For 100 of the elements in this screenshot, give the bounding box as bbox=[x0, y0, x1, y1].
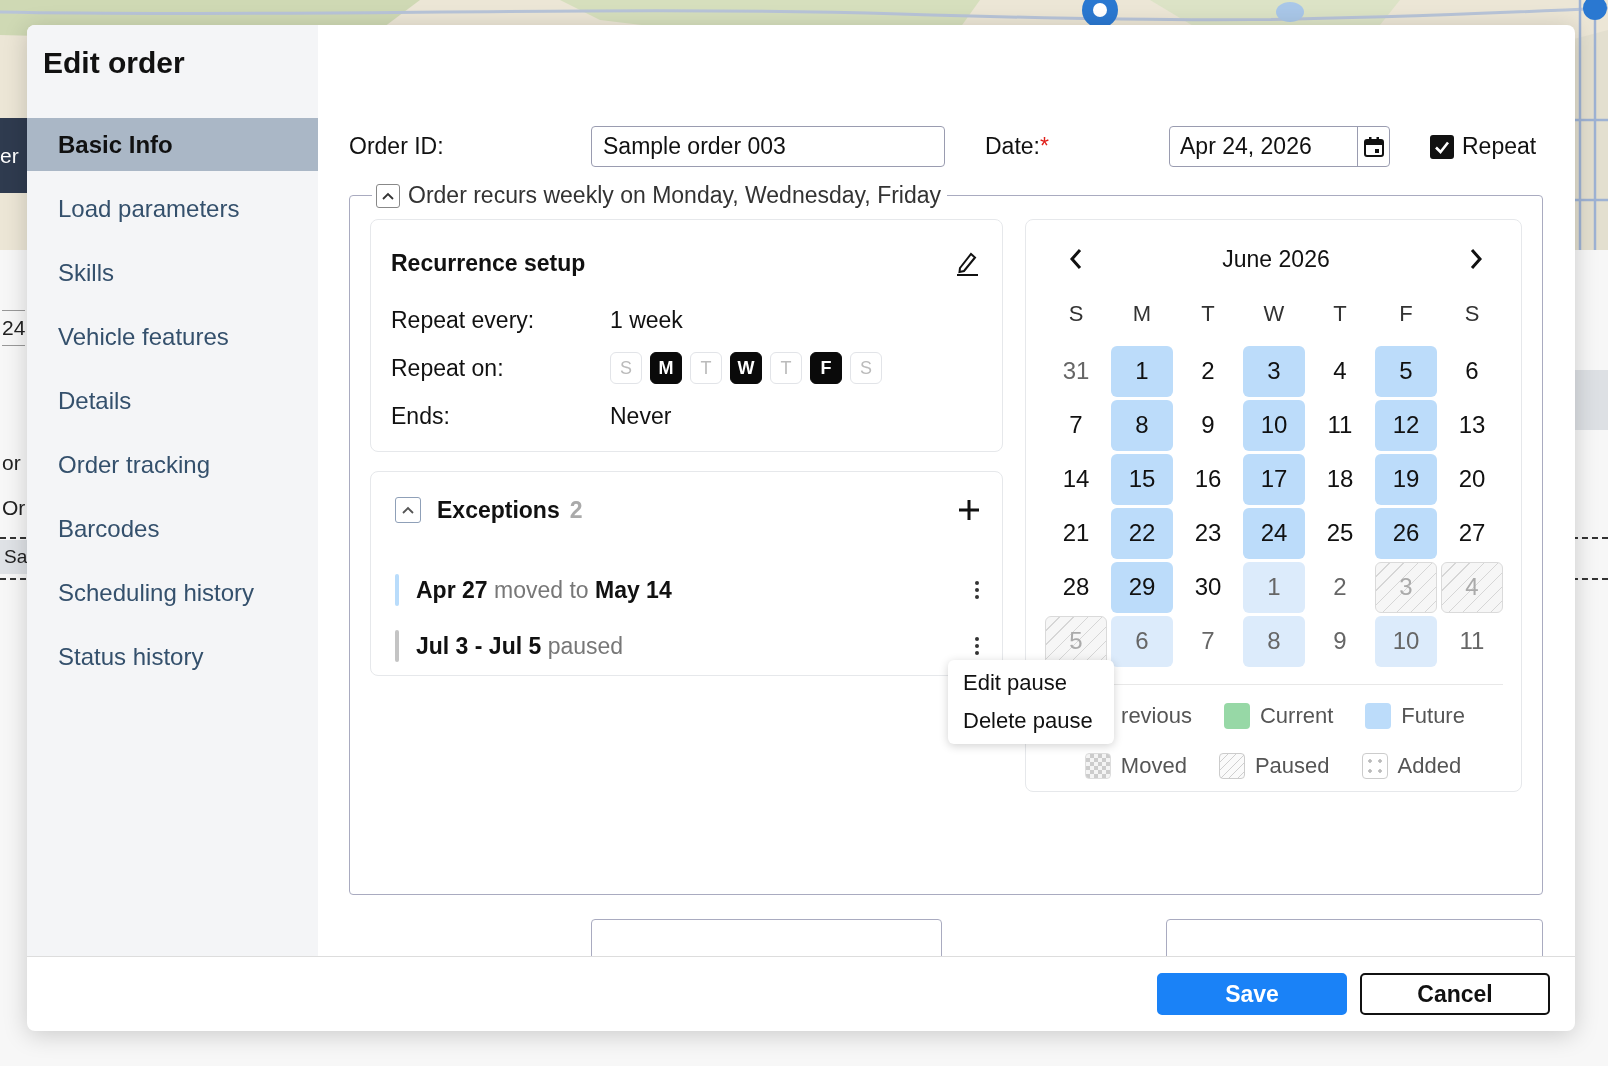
weekday-label: T bbox=[1201, 301, 1215, 327]
calendar-day[interactable]: 30 bbox=[1177, 561, 1239, 613]
calendar-day[interactable]: 6 bbox=[1441, 345, 1503, 397]
order-id-field[interactable]: Sample order 003 bbox=[591, 126, 945, 167]
caret-icon bbox=[381, 190, 395, 201]
calendar-day[interactable]: 12 bbox=[1375, 399, 1437, 451]
weekday-toggle[interactable]: F bbox=[810, 352, 842, 384]
caret-icon bbox=[401, 505, 415, 515]
calendar-day[interactable]: 2 bbox=[1309, 561, 1371, 613]
background-panel bbox=[1575, 370, 1608, 430]
legend-label: Added bbox=[1397, 753, 1462, 779]
calendar-day[interactable]: 10 bbox=[1243, 399, 1305, 451]
dropdown-field[interactable] bbox=[1165, 919, 1543, 956]
chevron-left-icon[interactable] bbox=[1069, 248, 1083, 270]
background-text: Or bbox=[2, 495, 26, 521]
save-button[interactable]: Save bbox=[1157, 973, 1347, 1015]
legend-label: Moved bbox=[1120, 753, 1187, 779]
calendar-day[interactable]: 13 bbox=[1441, 399, 1503, 451]
calendar-day[interactable]: 6 bbox=[1111, 615, 1173, 667]
calendar-day[interactable]: 15 bbox=[1111, 453, 1173, 505]
calendar-day[interactable]: 25 bbox=[1309, 507, 1371, 559]
calendar-day[interactable]: 17 bbox=[1243, 453, 1305, 505]
calendar-day[interactable]: 8 bbox=[1111, 399, 1173, 451]
calendar-day[interactable]: 22 bbox=[1111, 507, 1173, 559]
date-field[interactable]: Apr 24, 2026 bbox=[1169, 126, 1390, 167]
menu-item[interactable]: Delete pause bbox=[948, 702, 1114, 740]
count: 2 bbox=[569, 496, 583, 524]
exception-text: Apr 27 moved to May 14 bbox=[416, 576, 672, 604]
calendar-day[interactable]: 19 bbox=[1375, 453, 1437, 505]
setting-value: 1 week bbox=[610, 306, 683, 334]
calendar-day[interactable]: 11 bbox=[1309, 399, 1371, 451]
dropdown-field[interactable] bbox=[591, 919, 942, 956]
more-icon[interactable] bbox=[974, 636, 980, 656]
checkbox-label: Repeat bbox=[1462, 133, 1537, 160]
legend-label: Current bbox=[1260, 703, 1334, 729]
calendar-day[interactable]: 7 bbox=[1177, 615, 1239, 667]
calendar-day[interactable]: 23 bbox=[1177, 507, 1239, 559]
calendar-day[interactable]: 29 bbox=[1111, 561, 1173, 613]
pencil-icon[interactable] bbox=[954, 250, 980, 276]
calendar-day[interactable]: 3 bbox=[1243, 345, 1305, 397]
background-text: or bbox=[2, 450, 21, 476]
sidebar-item[interactable]: Scheduling history bbox=[27, 566, 318, 619]
calendar-icon[interactable] bbox=[1362, 135, 1385, 158]
chevron-right-icon[interactable] bbox=[1469, 248, 1483, 270]
calendar-day[interactable]: 18 bbox=[1309, 453, 1371, 505]
calendar-day[interactable]: 31 bbox=[1045, 345, 1107, 397]
calendar-day[interactable]: 10 bbox=[1375, 615, 1437, 667]
collapse-button[interactable] bbox=[376, 183, 400, 208]
calendar-day[interactable]: 2 bbox=[1177, 345, 1239, 397]
calendar-day[interactable]: 28 bbox=[1045, 561, 1107, 613]
calendar-day[interactable]: 20 bbox=[1441, 453, 1503, 505]
calendar-day[interactable]: 24 bbox=[1243, 507, 1305, 559]
sidebar-item[interactable]: Load parameters bbox=[27, 182, 318, 235]
calendar-day[interactable]: 21 bbox=[1045, 507, 1107, 559]
setting-label: Repeat every: bbox=[391, 306, 536, 334]
sidebar-item[interactable]: Order tracking bbox=[27, 438, 318, 491]
legend-label: Future bbox=[1401, 703, 1465, 729]
calendar-day[interactable]: 1 bbox=[1243, 561, 1305, 613]
sidebar-item[interactable]: Vehicle features bbox=[27, 310, 318, 363]
setting-value: Never bbox=[610, 402, 672, 430]
more-icon[interactable] bbox=[974, 580, 980, 600]
background-text: er bbox=[0, 118, 30, 193]
exception-text: Jul 3 - Jul 5 paused bbox=[416, 632, 624, 660]
weekday-label: S bbox=[1068, 301, 1084, 327]
weekday-label: M bbox=[1132, 301, 1152, 327]
legend-label: Paused bbox=[1254, 753, 1330, 779]
calendar-day[interactable]: 16 bbox=[1177, 453, 1239, 505]
calendar-day[interactable]: 9 bbox=[1309, 615, 1371, 667]
field-label: Order ID: bbox=[349, 133, 445, 160]
checkbox[interactable] bbox=[1430, 134, 1454, 159]
calendar-day[interactable]: 26 bbox=[1375, 507, 1437, 559]
plus-icon[interactable] bbox=[958, 499, 980, 521]
calendar-day[interactable]: 4 bbox=[1309, 345, 1371, 397]
background-text: 24 bbox=[2, 310, 26, 346]
calendar-day[interactable]: 11 bbox=[1441, 615, 1503, 667]
collapse-button[interactable] bbox=[395, 497, 421, 523]
card-title: Exceptions bbox=[437, 496, 560, 524]
calendar-day[interactable]: 7 bbox=[1045, 399, 1107, 451]
calendar-day[interactable]: 9 bbox=[1177, 399, 1239, 451]
calendar-day[interactable]: 27 bbox=[1441, 507, 1503, 559]
setting-label: Repeat on: bbox=[391, 354, 505, 382]
calendar-day[interactable]: 8 bbox=[1243, 615, 1305, 667]
sidebar-item[interactable]: Skills bbox=[27, 246, 318, 299]
sidebar-item[interactable]: Details bbox=[27, 374, 318, 427]
sidebar-item[interactable]: Barcodes bbox=[27, 502, 318, 555]
calendar-day[interactable]: 14 bbox=[1045, 453, 1107, 505]
dialog-title: Edit order bbox=[42, 45, 186, 81]
cancel-button[interactable]: Cancel bbox=[1360, 973, 1550, 1015]
weekday-label: F bbox=[1399, 301, 1413, 327]
weekday-label: T bbox=[1333, 301, 1347, 327]
sidebar-item[interactable]: Basic Info bbox=[27, 118, 318, 171]
calendar-day[interactable]: 1 bbox=[1111, 345, 1173, 397]
weekday-toggle[interactable]: W bbox=[730, 352, 762, 384]
background-text: Sa bbox=[0, 540, 27, 574]
weekday-toggle[interactable]: M bbox=[650, 352, 682, 384]
calendar-day[interactable]: 5 bbox=[1375, 345, 1437, 397]
weekday-label: S bbox=[1464, 301, 1480, 327]
menu-item[interactable]: Edit pause bbox=[948, 664, 1114, 702]
setting-label: Ends: bbox=[391, 402, 451, 430]
sidebar-item[interactable]: Status history bbox=[27, 630, 318, 683]
